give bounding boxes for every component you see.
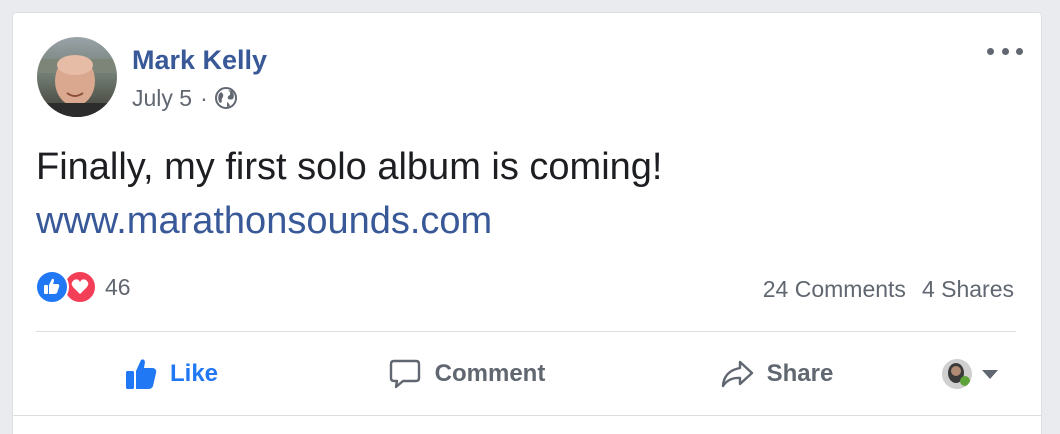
- more-options-icon[interactable]: [987, 41, 1023, 61]
- chevron-down-icon: [982, 369, 998, 379]
- author-name[interactable]: Mark Kelly: [132, 43, 267, 77]
- share-button[interactable]: Share: [626, 343, 926, 405]
- engagement-stats: 24 Comments 4 Shares: [763, 276, 1014, 303]
- meta-separator: ·: [200, 84, 208, 111]
- like-button[interactable]: Like: [36, 343, 306, 405]
- reaction-count: 46: [105, 273, 131, 300]
- divider: [36, 331, 1016, 332]
- like-label: Like: [169, 360, 219, 387]
- like-reaction-icon: [35, 270, 69, 304]
- shares-count[interactable]: 4 Shares: [922, 276, 1014, 303]
- post-text: Finally, my first solo album is coming!: [36, 146, 663, 188]
- share-label: Share: [766, 360, 834, 387]
- comment-icon: [389, 359, 420, 389]
- author-avatar[interactable]: [37, 37, 117, 117]
- comments-count[interactable]: 24 Comments: [763, 276, 906, 303]
- post-date[interactable]: July 5: [132, 85, 192, 112]
- action-bar: Like Comment Share: [36, 343, 1016, 405]
- bottom-divider: [13, 415, 1041, 416]
- post-card: Mark Kelly July 5 · Finally, my first so…: [12, 12, 1042, 434]
- comment-label: Comment: [434, 360, 546, 387]
- thumbs-up-icon: [125, 359, 157, 389]
- share-icon: [721, 360, 753, 388]
- comment-button[interactable]: Comment: [306, 343, 626, 405]
- post-as-selector[interactable]: [942, 359, 998, 389]
- user-avatar: [942, 359, 972, 389]
- post-link[interactable]: www.marathonsounds.com: [36, 197, 492, 245]
- post-meta: July 5 ·: [132, 83, 238, 113]
- reaction-summary[interactable]: 46: [35, 269, 131, 305]
- globe-icon[interactable]: [214, 86, 238, 110]
